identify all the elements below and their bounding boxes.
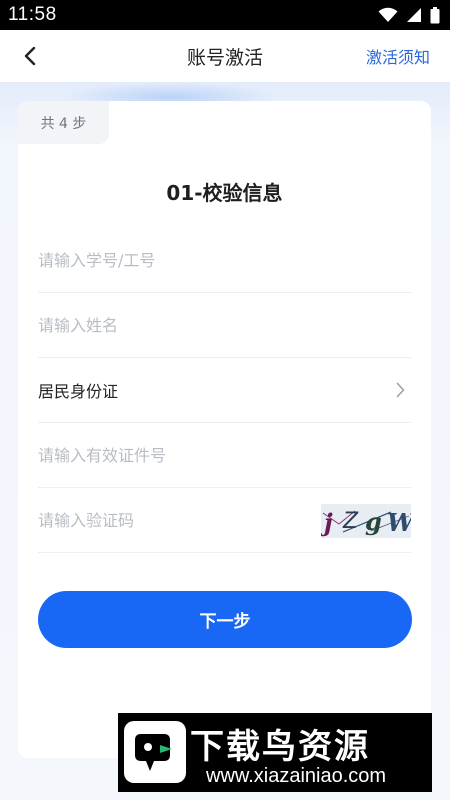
- name-field: [38, 293, 411, 358]
- watermark-url: www.xiazainiao.com: [206, 765, 387, 787]
- id-number-input[interactable]: [38, 435, 298, 475]
- captcha-field: j Z g W: [38, 488, 411, 553]
- watermark-title: 下载鸟资源: [190, 727, 370, 767]
- status-time: 11:58: [8, 4, 57, 25]
- svg-text:Z: Z: [342, 509, 359, 534]
- name-input[interactable]: [38, 305, 298, 345]
- watermark-banner: 下载鸟资源 www.xiazainiao.com: [118, 713, 432, 792]
- student-id-input[interactable]: [38, 240, 298, 280]
- signal-icon: [407, 8, 421, 22]
- bird-logo-icon: [124, 721, 186, 783]
- status-bar: 11:58: [0, 0, 450, 30]
- form-title: 01-校验信息: [166, 181, 283, 205]
- svg-text:g: g: [365, 507, 382, 536]
- svg-text:W: W: [387, 508, 411, 537]
- chevron-left-icon: [24, 46, 36, 66]
- page-title: 账号激活: [186, 46, 263, 69]
- next-step-button[interactable]: 下一步: [38, 591, 412, 648]
- chevron-right-icon: [396, 382, 405, 398]
- student-id-field: [38, 228, 411, 293]
- id-type-select[interactable]: 居民身份证: [38, 358, 411, 423]
- status-icons: [378, 6, 440, 24]
- form-card: 共 4 步 01-校验信息 居民身份证 j Z g W: [18, 101, 431, 758]
- id-type-value: 居民身份证: [38, 382, 119, 401]
- step-count-badge: 共 4 步: [18, 101, 109, 144]
- captcha-image[interactable]: j Z g W: [321, 504, 411, 538]
- captcha-input[interactable]: [38, 500, 278, 540]
- id-number-field: [38, 423, 411, 488]
- activation-notice-link[interactable]: 激活须知: [366, 44, 430, 68]
- battery-icon: [430, 6, 440, 23]
- back-button[interactable]: [14, 40, 46, 72]
- nav-bar: 账号激活 激活须知: [0, 30, 450, 82]
- wifi-icon: [378, 7, 398, 22]
